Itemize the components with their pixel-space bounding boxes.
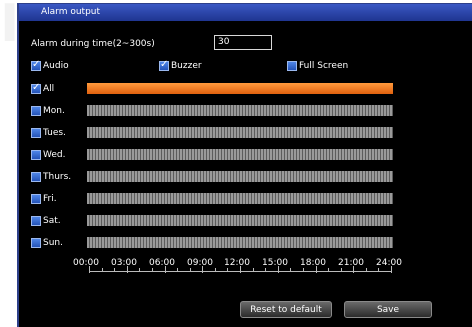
hour-tick <box>240 266 241 273</box>
day-label-wed: Wed. <box>43 150 66 160</box>
hour-tick <box>190 268 191 272</box>
hour-tick <box>202 266 203 273</box>
day-checkbox-sun[interactable] <box>31 238 41 248</box>
schedule-bar-fri[interactable] <box>87 193 393 204</box>
buzzer-checkbox[interactable] <box>159 59 169 71</box>
audio-checkbox[interactable] <box>31 59 41 71</box>
time-tick-label: 06:00 <box>149 258 175 268</box>
hour-tick <box>366 268 367 272</box>
schedule-bar-thurs[interactable] <box>87 171 393 182</box>
day-label-sun: Sun. <box>43 238 63 248</box>
window-titlebar: Alarm output <box>19 4 472 21</box>
hour-tick <box>102 268 103 272</box>
hour-tick <box>278 266 279 273</box>
hour-tick <box>391 266 392 273</box>
hour-tick <box>253 268 254 272</box>
time-tick-label: 03:00 <box>111 258 137 268</box>
day-checkbox-thurs[interactable] <box>31 172 41 182</box>
schedule-bar-all[interactable] <box>87 83 393 94</box>
time-tick-label: 12:00 <box>224 258 250 268</box>
hour-tick <box>227 268 228 272</box>
reset-to-default-button[interactable]: Reset to default <box>240 301 332 318</box>
day-label-all: All <box>43 84 55 94</box>
hour-tick <box>353 266 354 273</box>
window-title: Alarm output <box>41 7 101 17</box>
hour-tick <box>316 266 317 273</box>
audio-label: Audio <box>43 61 69 71</box>
day-checkbox-mon[interactable] <box>31 106 41 116</box>
hour-tick <box>378 268 379 272</box>
hour-tick <box>152 268 153 272</box>
time-tick-label: 24:00 <box>376 258 402 268</box>
hour-tick <box>127 266 128 273</box>
schedule-bar-mon[interactable] <box>87 105 393 116</box>
alarm-time-label: Alarm during time(2~300s) <box>31 39 155 49</box>
buzzer-label: Buzzer <box>171 61 202 71</box>
alarm-time-input[interactable]: 30 <box>214 35 272 50</box>
hour-tick <box>114 268 115 272</box>
day-label-mon: Mon. <box>43 106 65 116</box>
full-screen-label: Full Screen <box>299 61 349 71</box>
schedule-bar-tues[interactable] <box>87 127 393 138</box>
hour-tick <box>303 268 304 272</box>
schedule-bar-sat[interactable] <box>87 215 393 226</box>
hour-tick <box>139 268 140 272</box>
hour-tick <box>341 268 342 272</box>
full-screen-checkbox[interactable] <box>287 61 297 71</box>
time-tick-label: 00:00 <box>73 258 99 268</box>
hour-tick <box>177 268 178 272</box>
hour-tick <box>89 266 90 273</box>
day-label-sat: Sat. <box>43 216 61 226</box>
time-tick-label: 15:00 <box>262 258 288 268</box>
day-checkbox-sat[interactable] <box>31 216 41 226</box>
hour-tick <box>215 268 216 272</box>
day-checkbox-tues[interactable] <box>31 128 41 138</box>
hour-tick <box>165 266 166 273</box>
hour-tick <box>328 268 329 272</box>
day-checkbox-all[interactable] <box>31 82 41 94</box>
day-label-thurs: Thurs. <box>43 172 72 182</box>
schedule-bar-wed[interactable] <box>87 149 393 160</box>
schedule-bar-sun[interactable] <box>87 237 393 248</box>
day-label-tues: Tues. <box>43 128 66 138</box>
time-tick-label: 18:00 <box>300 258 326 268</box>
save-button[interactable]: Save <box>344 301 432 318</box>
time-tick-label: 21:00 <box>338 258 364 268</box>
day-checkbox-fri[interactable] <box>31 194 41 204</box>
time-tick-label: 09:00 <box>187 258 213 268</box>
day-checkbox-wed[interactable] <box>31 150 41 160</box>
alarm-output-window: Alarm output Alarm during time(2~300s) 3… <box>17 3 472 327</box>
day-label-fri: Fri. <box>43 194 57 204</box>
hour-tick <box>290 268 291 272</box>
hour-tick <box>265 268 266 272</box>
